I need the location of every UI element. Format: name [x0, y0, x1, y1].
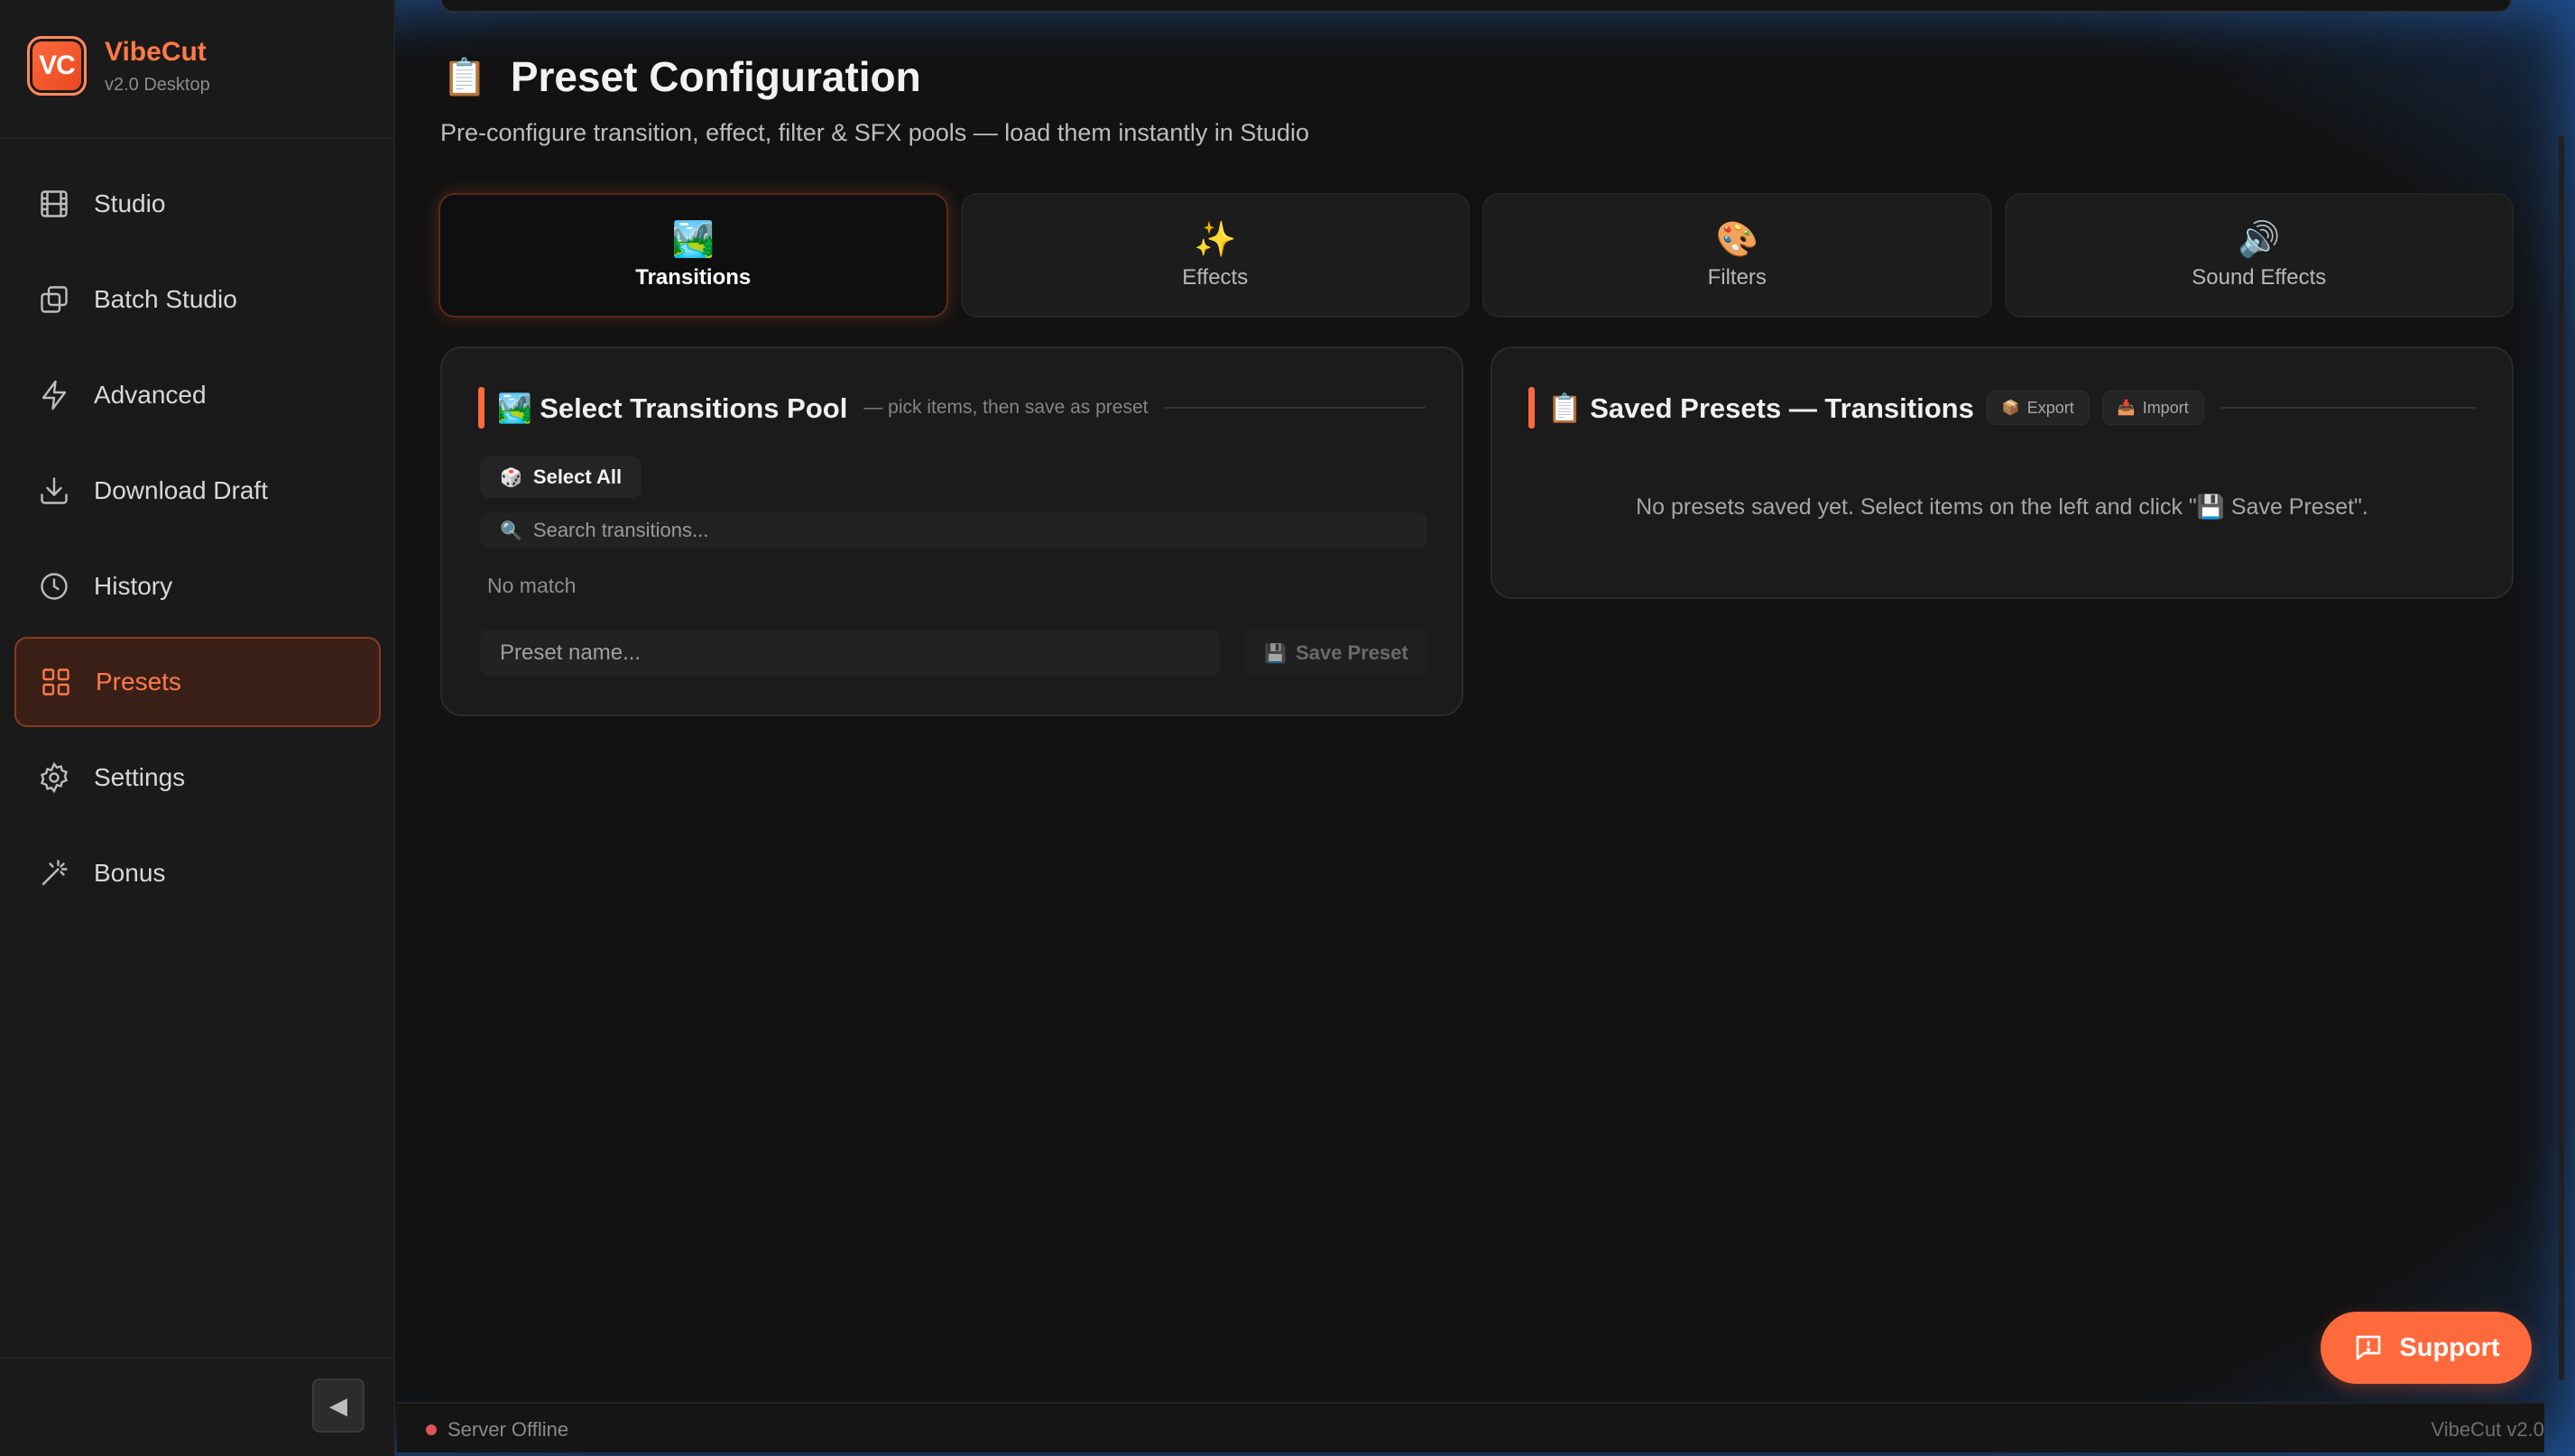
sidebar-bottom-divider: [0, 1357, 395, 1359]
sidebar-item-batch-studio[interactable]: Batch Studio: [14, 254, 381, 345]
saved-presets-panel: 📋 Saved Presets — Transitions 📦 Export 📥…: [1491, 346, 2514, 599]
header-rule: [1164, 407, 1426, 409]
dice-icon: 🎲: [500, 467, 522, 488]
clock-icon: [41, 573, 68, 600]
sidebar-nav: Studio Batch Studio Advanced Download Dr…: [14, 159, 381, 924]
palette-icon: 🎨: [1715, 221, 1758, 259]
sidebar-item-label: Presets: [96, 668, 181, 696]
no-match-text: No match: [487, 574, 577, 597]
panel-hint: — pick items, then save as preset: [863, 397, 1149, 418]
panel-header: 🏞️ Select Transitions Pool — pick items,…: [478, 386, 1426, 429]
brand[interactable]: VC VibeCut v2.0 Desktop: [27, 36, 210, 96]
export-label: Export: [2026, 398, 2074, 417]
sidebar-item-label: History: [94, 572, 173, 600]
lightning-icon: [42, 380, 67, 410]
sidebar-item-label: Download Draft: [94, 476, 268, 504]
logo-icon: VC: [27, 36, 87, 96]
empty-presets-message: No presets saved yet. Select items on th…: [1636, 494, 2368, 520]
server-status-text: Server Offline: [448, 1418, 569, 1441]
clipboard-icon: 📋: [1547, 392, 1583, 424]
top-panel-edge: [440, 0, 2512, 13]
tab-label: Filters: [1707, 265, 1767, 290]
panel-header: 📋 Saved Presets — Transitions 📦 Export 📥…: [1528, 386, 2476, 429]
tab-transitions[interactable]: 🏞️ Transitions: [438, 193, 948, 318]
sidebar-item-advanced[interactable]: Advanced: [14, 350, 381, 440]
download-icon: [41, 477, 68, 504]
chevron-left-icon: ◀: [329, 1391, 347, 1419]
sidebar-item-download-draft[interactable]: Download Draft: [14, 446, 381, 536]
sidebar-divider: [0, 137, 395, 139]
copy-icon: [41, 286, 68, 313]
status-bar: Server Offline VibeCut v2.0: [397, 1402, 2544, 1452]
panel-title: 🏞️ Select Transitions Pool: [497, 392, 847, 425]
tab-label: Transitions: [635, 265, 752, 290]
clipboard-icon: 📋: [442, 57, 487, 97]
speaker-icon: 🔊: [2238, 221, 2281, 259]
sidebar-item-label: Advanced: [94, 381, 207, 409]
tab-filters[interactable]: 🎨 Filters: [1482, 193, 1992, 318]
sidebar-item-studio[interactable]: Studio: [14, 159, 381, 249]
save-preset-label: Save Preset: [1296, 641, 1408, 664]
sidebar-item-label: Batch Studio: [94, 285, 237, 313]
support-label: Support: [2399, 1332, 2500, 1362]
chat-alert-icon: [2357, 1335, 2381, 1360]
gear-icon: [41, 761, 68, 794]
inbox-tray-icon: 📥: [2117, 401, 2136, 416]
accent-bar: [478, 387, 485, 429]
tab-sound-effects[interactable]: 🔊 Sound Effects: [2004, 193, 2514, 318]
app-version: VibeCut v2.0: [2431, 1418, 2544, 1441]
app-window: VC VibeCut v2.0 Desktop Studio Batch Stu…: [0, 0, 2575, 1456]
save-preset-button[interactable]: 💾 Save Preset: [1245, 630, 1427, 677]
select-all-label: Select All: [532, 465, 623, 488]
sidebar-item-label: Bonus: [94, 859, 166, 887]
sidebar-item-settings[interactable]: Settings: [14, 733, 381, 823]
sidebar-item-history[interactable]: History: [14, 541, 381, 631]
tab-label: Sound Effects: [2192, 265, 2327, 290]
export-button[interactable]: 📦 Export: [1986, 391, 2090, 425]
import-button[interactable]: 📥 Import: [2101, 391, 2204, 425]
sidebar-item-label: Studio: [94, 189, 166, 217]
tab-label: Effects: [1182, 265, 1249, 290]
film-icon: [41, 190, 68, 217]
sidebar-item-presets[interactable]: Presets: [14, 637, 381, 727]
package-icon: 📦: [2001, 401, 2020, 416]
brand-text: VibeCut v2.0 Desktop: [105, 37, 210, 96]
magic-wand-icon: [42, 860, 68, 886]
sidebar: VC VibeCut v2.0 Desktop Studio Batch Stu…: [0, 0, 395, 1456]
brand-version: v2.0 Desktop: [105, 74, 210, 95]
server-status: Server Offline: [426, 1418, 568, 1442]
sparkles-icon: ✨: [1194, 221, 1237, 259]
search-box: 🔍: [480, 512, 1427, 548]
transitions-pool-panel: 🏞️ Select Transitions Pool — pick items,…: [440, 346, 1463, 716]
tab-effects[interactable]: ✨ Effects: [960, 193, 1470, 318]
header-rule: [2220, 407, 2476, 409]
search-icon: 🔍: [500, 521, 522, 541]
page-title: Preset Configuration: [510, 53, 921, 100]
category-tabs: 🏞️ Transitions ✨ Effects 🎨 Filters 🔊 Sou…: [438, 193, 2514, 318]
panel-title-text: Saved Presets — Transitions: [1590, 392, 1974, 424]
grid-icon: [42, 668, 69, 696]
import-label: Import: [2142, 398, 2189, 417]
landscape-icon: 🏞️: [671, 221, 715, 259]
status-dot-icon: [426, 1424, 437, 1435]
panel-title-text: Select Transitions Pool: [540, 392, 848, 424]
page-subtitle: Pre-configure transition, effect, filter…: [440, 119, 1309, 146]
collapse-sidebar-button[interactable]: ◀: [312, 1378, 365, 1433]
landscape-icon: 🏞️: [497, 392, 532, 424]
support-button[interactable]: Support: [2321, 1312, 2532, 1384]
scrollbar[interactable]: [2559, 135, 2564, 1380]
sidebar-item-bonus[interactable]: Bonus: [14, 828, 381, 918]
panel-title: 📋 Saved Presets — Transitions: [1547, 392, 1974, 425]
accent-bar: [1528, 387, 1535, 429]
sidebar-item-label: Settings: [94, 763, 186, 791]
preset-name-input[interactable]: [480, 630, 1220, 677]
select-all-button[interactable]: 🎲 Select All: [480, 456, 642, 498]
page-header: 📋 Preset Configuration: [442, 52, 921, 101]
search-input[interactable]: [532, 519, 1399, 542]
floppy-disk-icon: 💾: [1264, 643, 1288, 664]
brand-name: VibeCut: [105, 36, 207, 67]
